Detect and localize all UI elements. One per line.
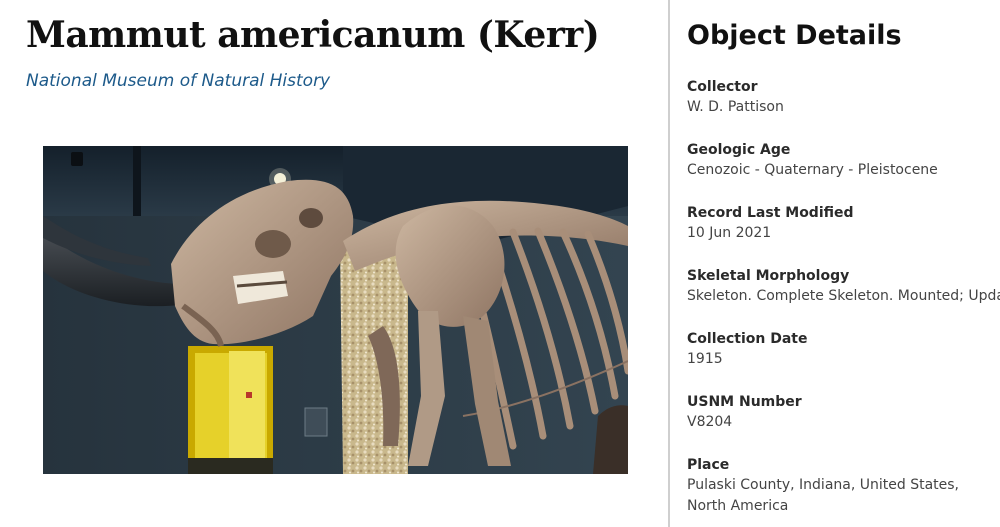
detail-usnm-number: USNM Number V8204 [687,392,1000,455]
detail-skeletal-morphology: Skeletal Morphology Skeleton. Complete S… [687,266,1000,329]
detail-list: Collector W. D. Pattison Geologic Age Ce… [687,77,1000,518]
detail-label: Collector [687,79,758,95]
detail-value[interactable]: Pulaski County, Indiana, United States, … [687,475,987,517]
detail-label: USNM Number [687,394,802,410]
detail-label: Geologic Age [687,142,791,158]
detail-label: Skeletal Morphology [687,268,850,284]
detail-collection-date: Collection Date 1915 [687,329,1000,392]
detail-label: Record Last Modified [687,205,854,221]
detail-value: V8204 [687,414,733,430]
detail-collector: Collector W. D. Pattison [687,77,1000,140]
main-content: Mammut americanum (Kerr) National Museum… [0,0,668,527]
detail-value: Skeleton. Complete Skeleton. Mounted; Up… [687,288,1000,304]
detail-place: Place Pulaski County, Indiana, United St… [687,455,1000,518]
page-title: Mammut americanum (Kerr) [26,14,600,56]
specimen-image[interactable] [43,146,628,474]
mastodon-skeleton-photo [43,146,628,474]
panel-divider [668,0,670,527]
details-heading: Object Details [687,20,902,51]
detail-value[interactable]: Cenozoic - Quaternary - Pleistocene [687,160,1000,181]
detail-value: 1915 [687,351,723,367]
detail-value[interactable]: W. D. Pattison [687,97,1000,118]
object-details-panel: Object Details Collector W. D. Pattison … [687,0,1000,527]
detail-label: Collection Date [687,331,808,347]
detail-value: 10 Jun 2021 [687,225,772,241]
museum-link[interactable]: National Museum of Natural History [26,71,330,91]
detail-label: Place [687,457,730,473]
detail-record-last-modified: Record Last Modified 10 Jun 2021 [687,203,1000,266]
detail-geologic-age: Geologic Age Cenozoic - Quaternary - Ple… [687,140,1000,203]
